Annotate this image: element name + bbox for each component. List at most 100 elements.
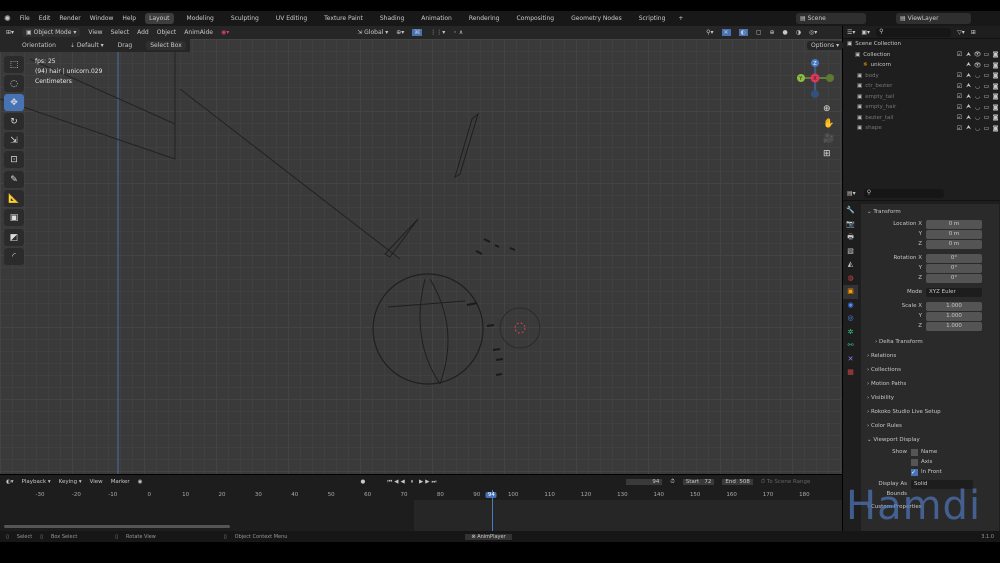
viewport-disable-icon[interactable]: ▭ <box>982 125 991 132</box>
editor-type-icon[interactable]: ⊞▾ <box>6 29 14 36</box>
exclude-checkbox[interactable]: ☑ <box>955 114 964 121</box>
tab-texture-paint[interactable]: Texture Paint <box>320 13 367 24</box>
outliner-item[interactable]: ▣ ctr_bezier ☑ ⮝ ◡ ▭ ◙ <box>843 81 1000 92</box>
current-frame-field[interactable]: 94 <box>626 479 663 485</box>
rotation-mode-dropdown[interactable]: XYZ Euler <box>926 287 982 297</box>
eye-icon[interactable]: ◡ <box>973 72 982 79</box>
properties-search-input[interactable]: ⚲ <box>863 189 944 198</box>
eye-icon[interactable]: ◡ <box>973 104 982 111</box>
tab-scripting[interactable]: Scripting <box>635 13 670 24</box>
scale-y-field[interactable]: 1.000 <box>926 311 982 321</box>
collapsed-panel-header[interactable]: › Collections <box>861 363 999 376</box>
tab-rendering[interactable]: Rendering <box>465 13 504 24</box>
visibility-icon[interactable]: ⚲▾ <box>706 29 713 36</box>
menu-file[interactable]: File <box>20 15 30 22</box>
rotation-x-field[interactable]: 0° <box>926 253 982 263</box>
axis-checkbox[interactable] <box>911 458 918 466</box>
view-layer-tab-icon[interactable]: ▧ <box>843 245 858 259</box>
menu-edit[interactable]: Edit <box>39 15 51 22</box>
collapsed-panel-header[interactable]: › Visibility <box>861 391 999 404</box>
tab-uv-editing[interactable]: UV Editing <box>272 13 311 24</box>
exclude-checkbox[interactable]: ☑ <box>955 72 964 79</box>
add-workspace-button[interactable]: + <box>678 15 683 22</box>
render-camera-icon[interactable]: ◙ <box>991 62 1000 69</box>
tab-modeling[interactable]: Modeling <box>183 13 218 24</box>
selectable-icon[interactable]: ⮝ <box>964 124 973 132</box>
selectable-icon[interactable]: ⮝ <box>964 72 973 80</box>
eye-icon[interactable]: ◡ <box>973 114 982 121</box>
exclude-checkbox[interactable]: ☑ <box>955 83 964 90</box>
outliner-item[interactable]: ▣ empty_tail ☑ ⮝ ◡ ▭ ◙ <box>843 92 1000 103</box>
outliner-filter-view-icon[interactable]: ▣▾ <box>861 29 870 36</box>
outliner-search-input[interactable]: ⚲ <box>876 27 952 37</box>
outliner-item[interactable]: ▣ empty_hair ☑ ⮝ ◡ ▭ ◙ <box>843 102 1000 113</box>
selectable-icon[interactable]: ⮝ <box>964 61 973 69</box>
render-camera-icon[interactable]: ◙ <box>991 83 1000 90</box>
collapsed-panel-header[interactable]: › Relations <box>861 349 999 362</box>
location-x-field[interactable]: 0 m <box>926 219 982 229</box>
snap-target-icon[interactable]: ⋮⋮▾ <box>430 29 445 36</box>
tab-compositing[interactable]: Compositing <box>512 13 558 24</box>
orientation-dropdown[interactable]: ⇣ Default ▾ <box>70 42 104 49</box>
viewport-disable-icon[interactable]: ▭ <box>982 93 991 100</box>
exclude-checkbox[interactable]: ☑ <box>955 93 964 100</box>
tab-geometry-nodes[interactable]: Geometry Nodes <box>567 13 626 24</box>
location-y-field[interactable]: 0 m <box>926 229 982 239</box>
outliner-item[interactable]: ▣ Collection ☑ ⮝ 👁 ▭ ◙ <box>843 50 1000 61</box>
zoom-icon[interactable]: ⊕ <box>823 102 834 117</box>
tab-sculpting[interactable]: Sculpting <box>227 13 263 24</box>
shading-wireframe-icon[interactable]: ⊕ <box>770 29 775 36</box>
physics-tab-icon[interactable]: ✲ <box>843 326 858 340</box>
outliner-display-mode-icon[interactable]: ☰▾ <box>847 29 855 36</box>
annotate-tool-icon[interactable]: ✎ <box>4 171 24 188</box>
drag-dropdown[interactable]: Select Box <box>146 41 186 50</box>
options-button[interactable]: Options ▾ <box>807 41 844 50</box>
view-layer-selector[interactable]: ▤ ViewLayer <box>896 13 971 24</box>
collapsed-panel-header[interactable]: › Color Rules <box>861 419 999 432</box>
menu-render[interactable]: Render <box>59 15 80 22</box>
playback-controls[interactable]: ⏮◀◀ ⏸ ▶▶⏭ <box>387 479 438 486</box>
menu-view-timeline[interactable]: View <box>90 479 103 485</box>
selectable-icon[interactable]: ⮝ <box>964 93 973 101</box>
render-camera-icon[interactable]: ◙ <box>991 51 1000 58</box>
viewport-disable-icon[interactable]: ▭ <box>982 51 991 58</box>
select-box-tool-icon[interactable]: ⬚ <box>4 56 24 73</box>
menu-keying[interactable]: Keying ▾ <box>59 479 82 485</box>
shading-material-icon[interactable]: ◑ <box>796 29 801 36</box>
outliner-filter-icon[interactable]: ▽▾ <box>957 29 965 36</box>
timeline-editor[interactable]: ◐▾ Playback ▾ Keying ▾ View Marker ◉ ● ⏮… <box>0 475 842 531</box>
menu-view[interactable]: View <box>88 29 102 36</box>
menu-playback[interactable]: Playback ▾ <box>22 479 51 485</box>
pivot-icon[interactable]: ⊕▾ <box>396 29 404 36</box>
object-tab-icon[interactable]: ▣ <box>843 285 858 299</box>
scale-tool-icon[interactable]: ⇲ <box>4 132 24 149</box>
gizmo-toggle-icon[interactable]: ✕ <box>721 29 731 36</box>
menu-window[interactable]: Window <box>90 15 114 22</box>
transform-tool-icon[interactable]: ⊡ <box>4 151 24 168</box>
animplayer-button[interactable]: ⊗ AnimPlayer <box>465 533 512 540</box>
exclude-checkbox[interactable]: ☑ <box>955 104 964 111</box>
tab-layout[interactable]: Layout <box>145 13 174 24</box>
timeline-scrollbar[interactable] <box>4 525 230 528</box>
outliner-root[interactable]: ▣ Scene Collection <box>843 39 1000 50</box>
menu-add[interactable]: Add <box>137 29 149 36</box>
tab-shading[interactable]: Shading <box>376 13 408 24</box>
mode-selector[interactable]: ▣ Object Mode ▾ <box>22 28 81 37</box>
proportional-edit-icon[interactable]: ◦ ∧ <box>453 29 463 36</box>
world-tab-icon[interactable]: ◍ <box>843 272 858 286</box>
transform-panel-header[interactable]: ⌄ Transform <box>861 205 999 218</box>
new-collection-icon[interactable]: ⊞ <box>971 29 976 36</box>
eye-icon[interactable]: ◡ <box>973 93 982 100</box>
menu-marker[interactable]: Marker <box>111 479 130 485</box>
viewport-disable-icon[interactable]: ▭ <box>982 104 991 111</box>
ortho-grid-icon[interactable]: ⊞ <box>823 147 834 162</box>
outliner-item[interactable]: ▣ body ☑ ⮝ ◡ ▭ ◙ <box>843 71 1000 82</box>
collapsed-panel-header[interactable]: › Motion Paths <box>861 377 999 390</box>
to-scene-range-button[interactable]: ⏱ To Scene Range <box>761 479 811 486</box>
name-checkbox[interactable] <box>911 448 918 456</box>
auto-key-icon[interactable]: ◉ <box>138 479 143 485</box>
selectable-icon[interactable]: ⮝ <box>964 114 973 122</box>
timeline-editor-icon[interactable]: ◐▾ <box>6 479 14 485</box>
selectable-icon[interactable]: ⮝ <box>964 103 973 111</box>
viewport-disable-icon[interactable]: ▭ <box>982 62 991 69</box>
